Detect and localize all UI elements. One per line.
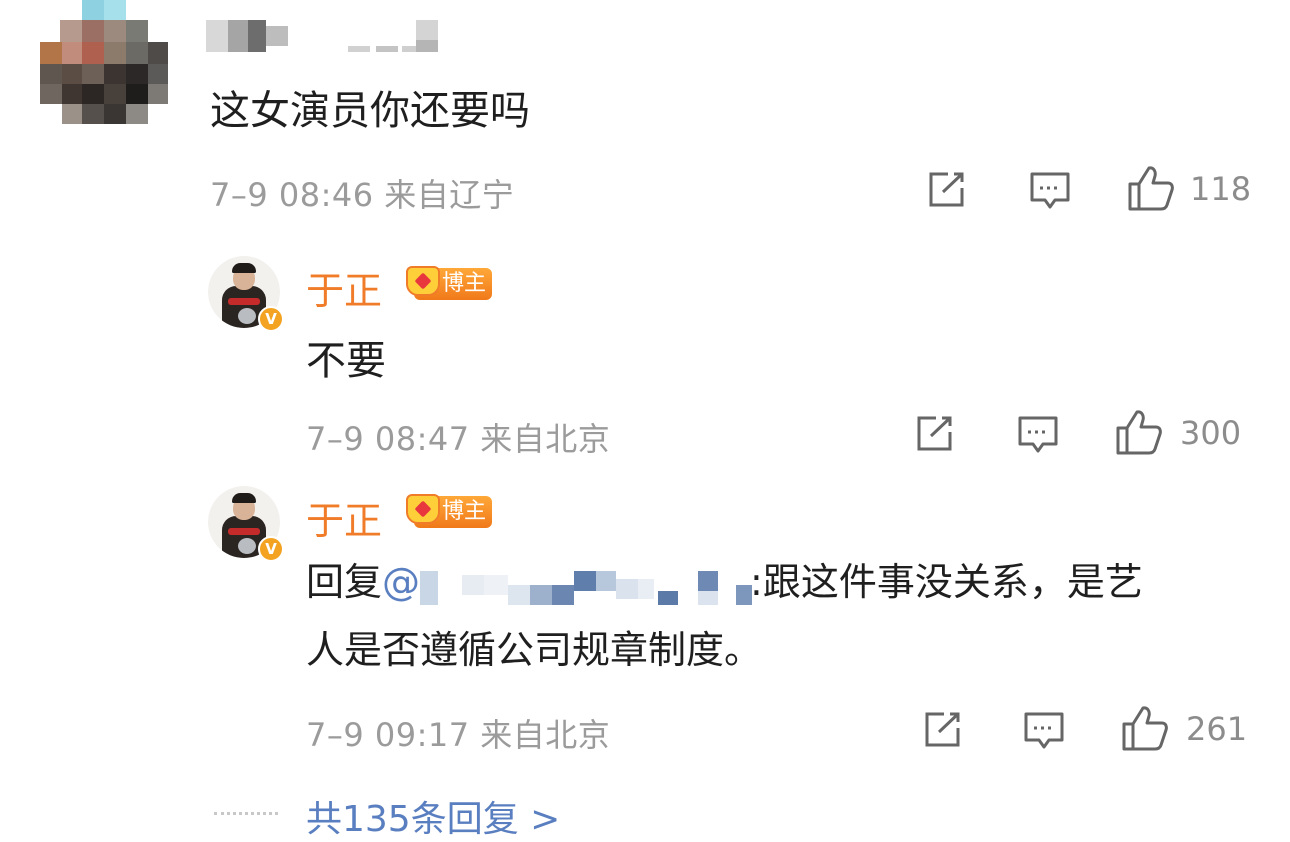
reply-prefix: 回复 — [306, 560, 383, 604]
reply-meta: 7–9 08:47 来自北京 — [306, 414, 610, 460]
reply-time: 7–9 09:17 — [306, 716, 470, 754]
share-icon[interactable] — [914, 414, 956, 454]
reply-text: 回复@ :跟这件事没关系，是艺 人是否遵循公司规章制度。 — [306, 548, 1246, 684]
comment-time: 7–9 08:46 — [210, 176, 374, 214]
crown-icon — [406, 266, 440, 296]
reply-line-1: 回复@ :跟这件事没关系，是艺 — [306, 548, 1246, 616]
like-count: 261 — [1186, 710, 1248, 748]
verified-badge: V — [258, 536, 284, 562]
verified-badge: V — [258, 306, 284, 332]
mention-at[interactable]: @ — [382, 560, 420, 604]
blogger-badge: 博主 — [406, 266, 492, 300]
like-icon[interactable] — [1114, 408, 1164, 456]
share-icon[interactable] — [926, 170, 968, 210]
reply-location: 来自北京 — [480, 716, 611, 754]
comment-location: 来自辽宁 — [384, 176, 515, 214]
reply-username[interactable]: 于正 — [306, 490, 382, 545]
mention-username-pixelated[interactable] — [420, 565, 753, 605]
like-icon[interactable] — [1120, 704, 1170, 752]
reply-line-2: 人是否遵循公司规章制度。 — [306, 628, 763, 672]
comment-text: 这女演员你还要吗 — [210, 88, 530, 134]
like-count: 300 — [1180, 414, 1242, 452]
reply-line-1-text: :跟这件事没关系，是艺 — [750, 560, 1143, 604]
reply-location: 来自北京 — [480, 420, 611, 458]
commenter-avatar-pixelated[interactable] — [40, 0, 168, 124]
crown-icon — [406, 494, 440, 524]
dotted-divider — [214, 812, 278, 815]
blogger-badge-label: 博主 — [441, 499, 486, 524]
blogger-badge: 博主 — [406, 494, 492, 528]
reply-username[interactable]: 于正 — [306, 260, 382, 315]
comment-icon[interactable] — [1022, 710, 1066, 752]
reply-text: 不要 — [306, 338, 386, 384]
share-icon[interactable] — [922, 710, 964, 750]
like-count: 118 — [1190, 170, 1252, 208]
reply-time: 7–9 08:47 — [306, 420, 470, 458]
commenter-name-pixelated[interactable] — [206, 20, 438, 52]
like-icon[interactable] — [1126, 164, 1176, 212]
blogger-badge-label: 博主 — [441, 271, 486, 296]
comment-meta: 7–9 08:46 来自辽宁 — [210, 170, 514, 216]
more-replies-link[interactable]: 共135条回复 > — [306, 790, 560, 842]
comment-icon[interactable] — [1028, 170, 1072, 212]
comment-icon[interactable] — [1016, 414, 1060, 456]
reply-meta: 7–9 09:17 来自北京 — [306, 710, 610, 756]
